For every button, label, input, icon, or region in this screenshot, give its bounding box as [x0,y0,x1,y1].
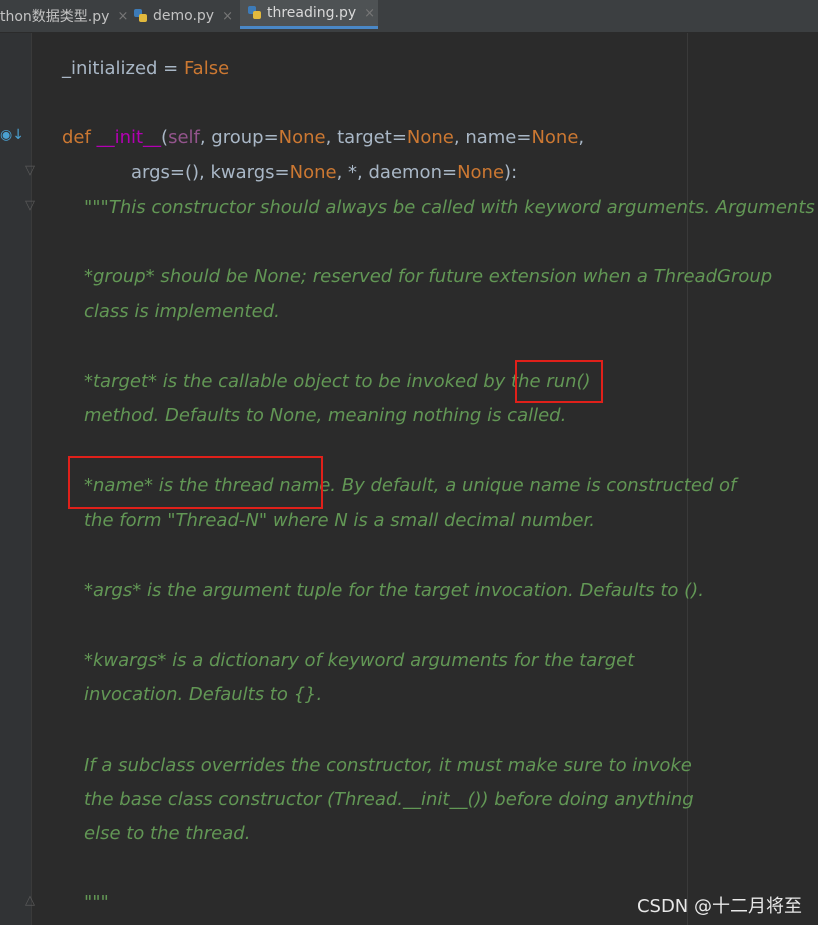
param-text: , target= [325,127,407,148]
docstring-line: the form "Thread-N" where N is a small d… [84,510,595,531]
tab-label: threading.py [267,5,357,21]
none-literal: None [531,127,579,148]
docstring-line: *args* is the argument tuple for the tar… [84,580,704,601]
param-text: args=(), kwargs= [131,162,290,183]
editor-tab-bar: thon数据类型.py × demo.py × threading.py × [0,0,818,33]
none-literal: None [406,127,454,148]
close-icon[interactable]: × [364,6,375,21]
literal-false: False [183,58,230,79]
tab-label: demo.py [153,8,215,24]
def-keyword: def [62,127,97,148]
docstring-line: method. Defaults to None, meaning nothin… [84,405,567,426]
fold-toggle-icon[interactable]: △ [25,893,35,908]
tab-python-datatypes[interactable]: thon数据类型.py × [0,0,128,32]
param-text: , name= [453,127,532,148]
fold-toggle-icon[interactable]: ▽ [25,163,35,178]
paren: ( [161,127,169,148]
param-text: ): [504,162,518,183]
highlight-box-run [515,360,603,403]
python-file-icon [134,9,148,23]
tab-label: thon数据类型.py [0,9,110,25]
self-param: self [168,127,200,148]
highlight-box-name [68,456,323,509]
none-literal: None [289,162,337,183]
docstring-line: invocation. Defaults to {}. [84,684,323,705]
operator: = [157,58,184,79]
python-file-icon [248,6,262,20]
param-text: , [578,127,585,148]
tab-threading[interactable]: threading.py × [240,0,378,29]
tab-demo[interactable]: demo.py × [134,0,234,32]
docstring-line: *kwargs* is a dictionary of keyword argu… [84,650,635,671]
docstring-line: """This constructor should always be cal… [84,197,818,218]
code-line-def: def __init__(self, group=None, target=No… [62,127,584,149]
none-literal: None [457,162,505,183]
none-literal: None [278,127,326,148]
variable-name: _initialized [62,58,158,79]
docstring-line: *group* should be None; reserved for fut… [84,266,773,287]
docstring-line: """ [84,892,109,913]
param-text: , group= [199,127,279,148]
docstring-line: the base class constructor (Thread.__ini… [84,789,694,810]
docstring-line: else to the thread. [84,823,251,844]
param-text: , *, daemon= [336,162,458,183]
close-icon[interactable]: × [222,9,233,24]
code-line-initialized: _initialized = False [62,58,229,80]
close-icon[interactable]: × [117,9,128,24]
fold-toggle-icon[interactable]: ▽ [25,198,35,213]
docstring-line: class is implemented. [84,301,280,322]
docstring-line: If a subclass overrides the constructor,… [84,755,692,776]
csdn-watermark: CSDN @十二月将至 [636,896,802,917]
code-line-def-continued: args=(), kwargs=None, *, daemon=None): [131,162,517,184]
override-marker-icon[interactable]: ◉↓ [0,127,24,143]
function-name: __init__ [96,127,162,148]
